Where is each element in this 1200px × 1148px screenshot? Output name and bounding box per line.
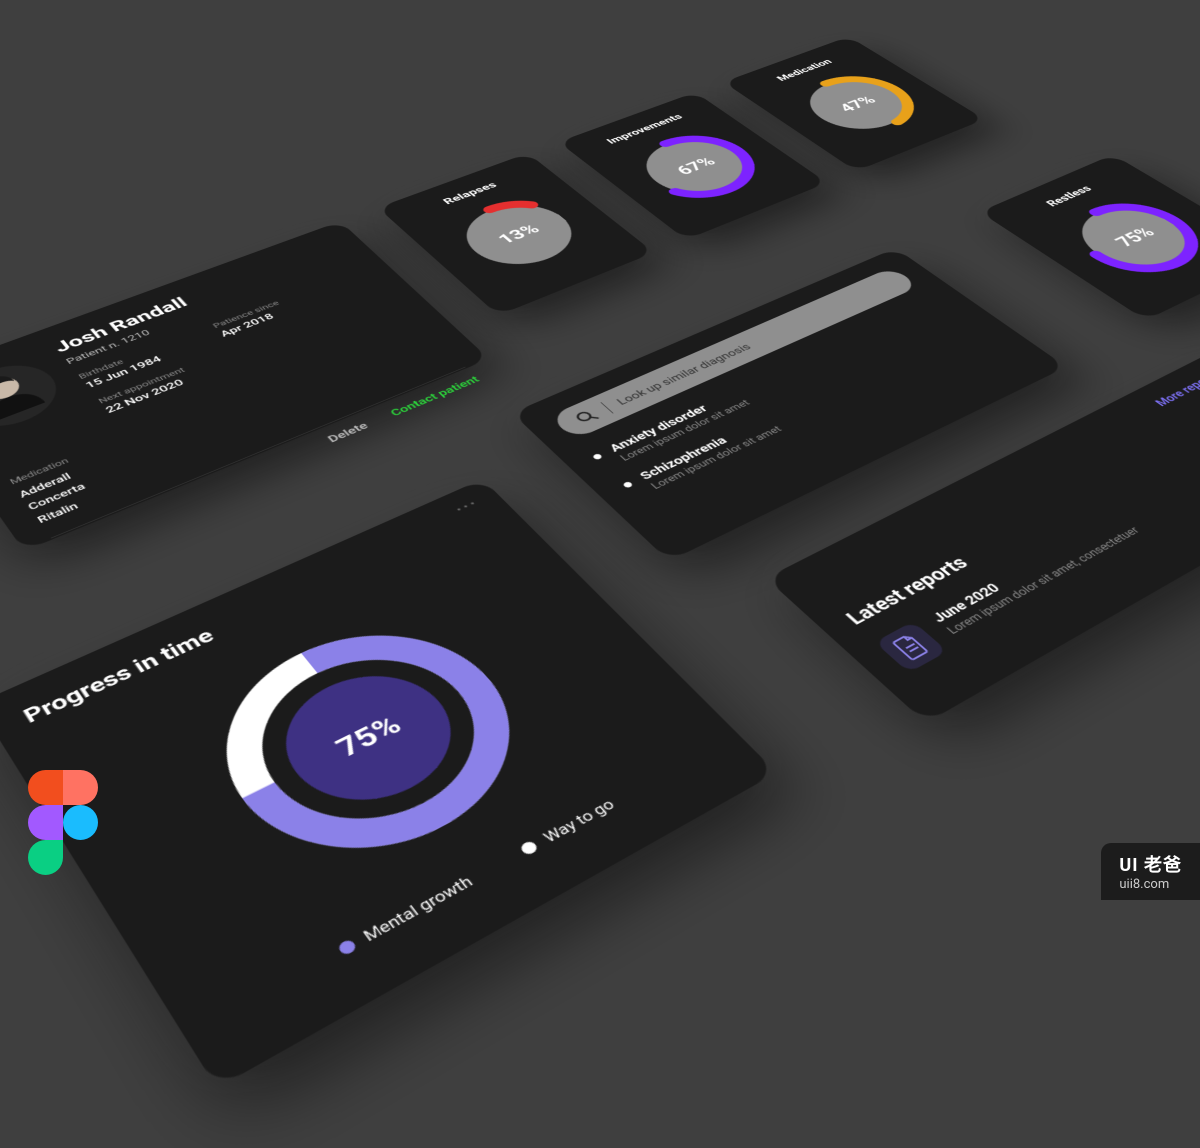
delete-button[interactable]: Delete — [325, 420, 371, 445]
bullet-icon — [622, 481, 633, 488]
legend-dot — [519, 840, 540, 856]
document-icon — [875, 621, 948, 672]
report-desc: Lorem ipsum dolor sit amet, consectetuer — [944, 525, 1142, 637]
separator — [600, 402, 613, 413]
legend-label: Mental growth — [359, 873, 476, 946]
bullet-icon — [592, 453, 603, 460]
avatar — [0, 354, 72, 438]
restless-title: Restless — [1043, 184, 1095, 209]
watermark-url: uii8.com — [1119, 877, 1182, 892]
search-bar[interactable] — [549, 267, 920, 440]
figma-logo-icon — [28, 770, 98, 874]
contact-patient-button[interactable]: Contact patient — [388, 374, 483, 419]
progress-card: ••• Progress in time 75% Mental growth W… — [0, 479, 777, 1088]
legend-label: Way to go — [539, 796, 618, 846]
restless-card: Restless 75% — [980, 154, 1200, 320]
legend-dot — [337, 938, 358, 956]
patient-card: Josh Randall Patient n. 1210 Birthdate 1… — [0, 221, 489, 551]
relapses-card: Relapses 13% — [378, 153, 654, 315]
legend-item-growth: Mental growth — [335, 873, 477, 960]
progress-value: 75% — [257, 654, 482, 826]
search-result[interactable]: Schizophrenia Lorem ipsum dolor sit amet — [618, 320, 990, 500]
watermark-brand: UI 老爸 — [1119, 851, 1182, 877]
more-reports-button[interactable]: More reports › — [1152, 365, 1200, 409]
progress-chart: 75% — [147, 578, 596, 924]
search-icon — [572, 407, 602, 426]
medication-item: Ritalin — [34, 348, 456, 528]
more-reports-label: More reports — [1152, 370, 1200, 409]
watermark: UI 老爸 uii8.com — [1101, 843, 1200, 900]
legend-item-waytogo: Way to go — [517, 796, 618, 859]
